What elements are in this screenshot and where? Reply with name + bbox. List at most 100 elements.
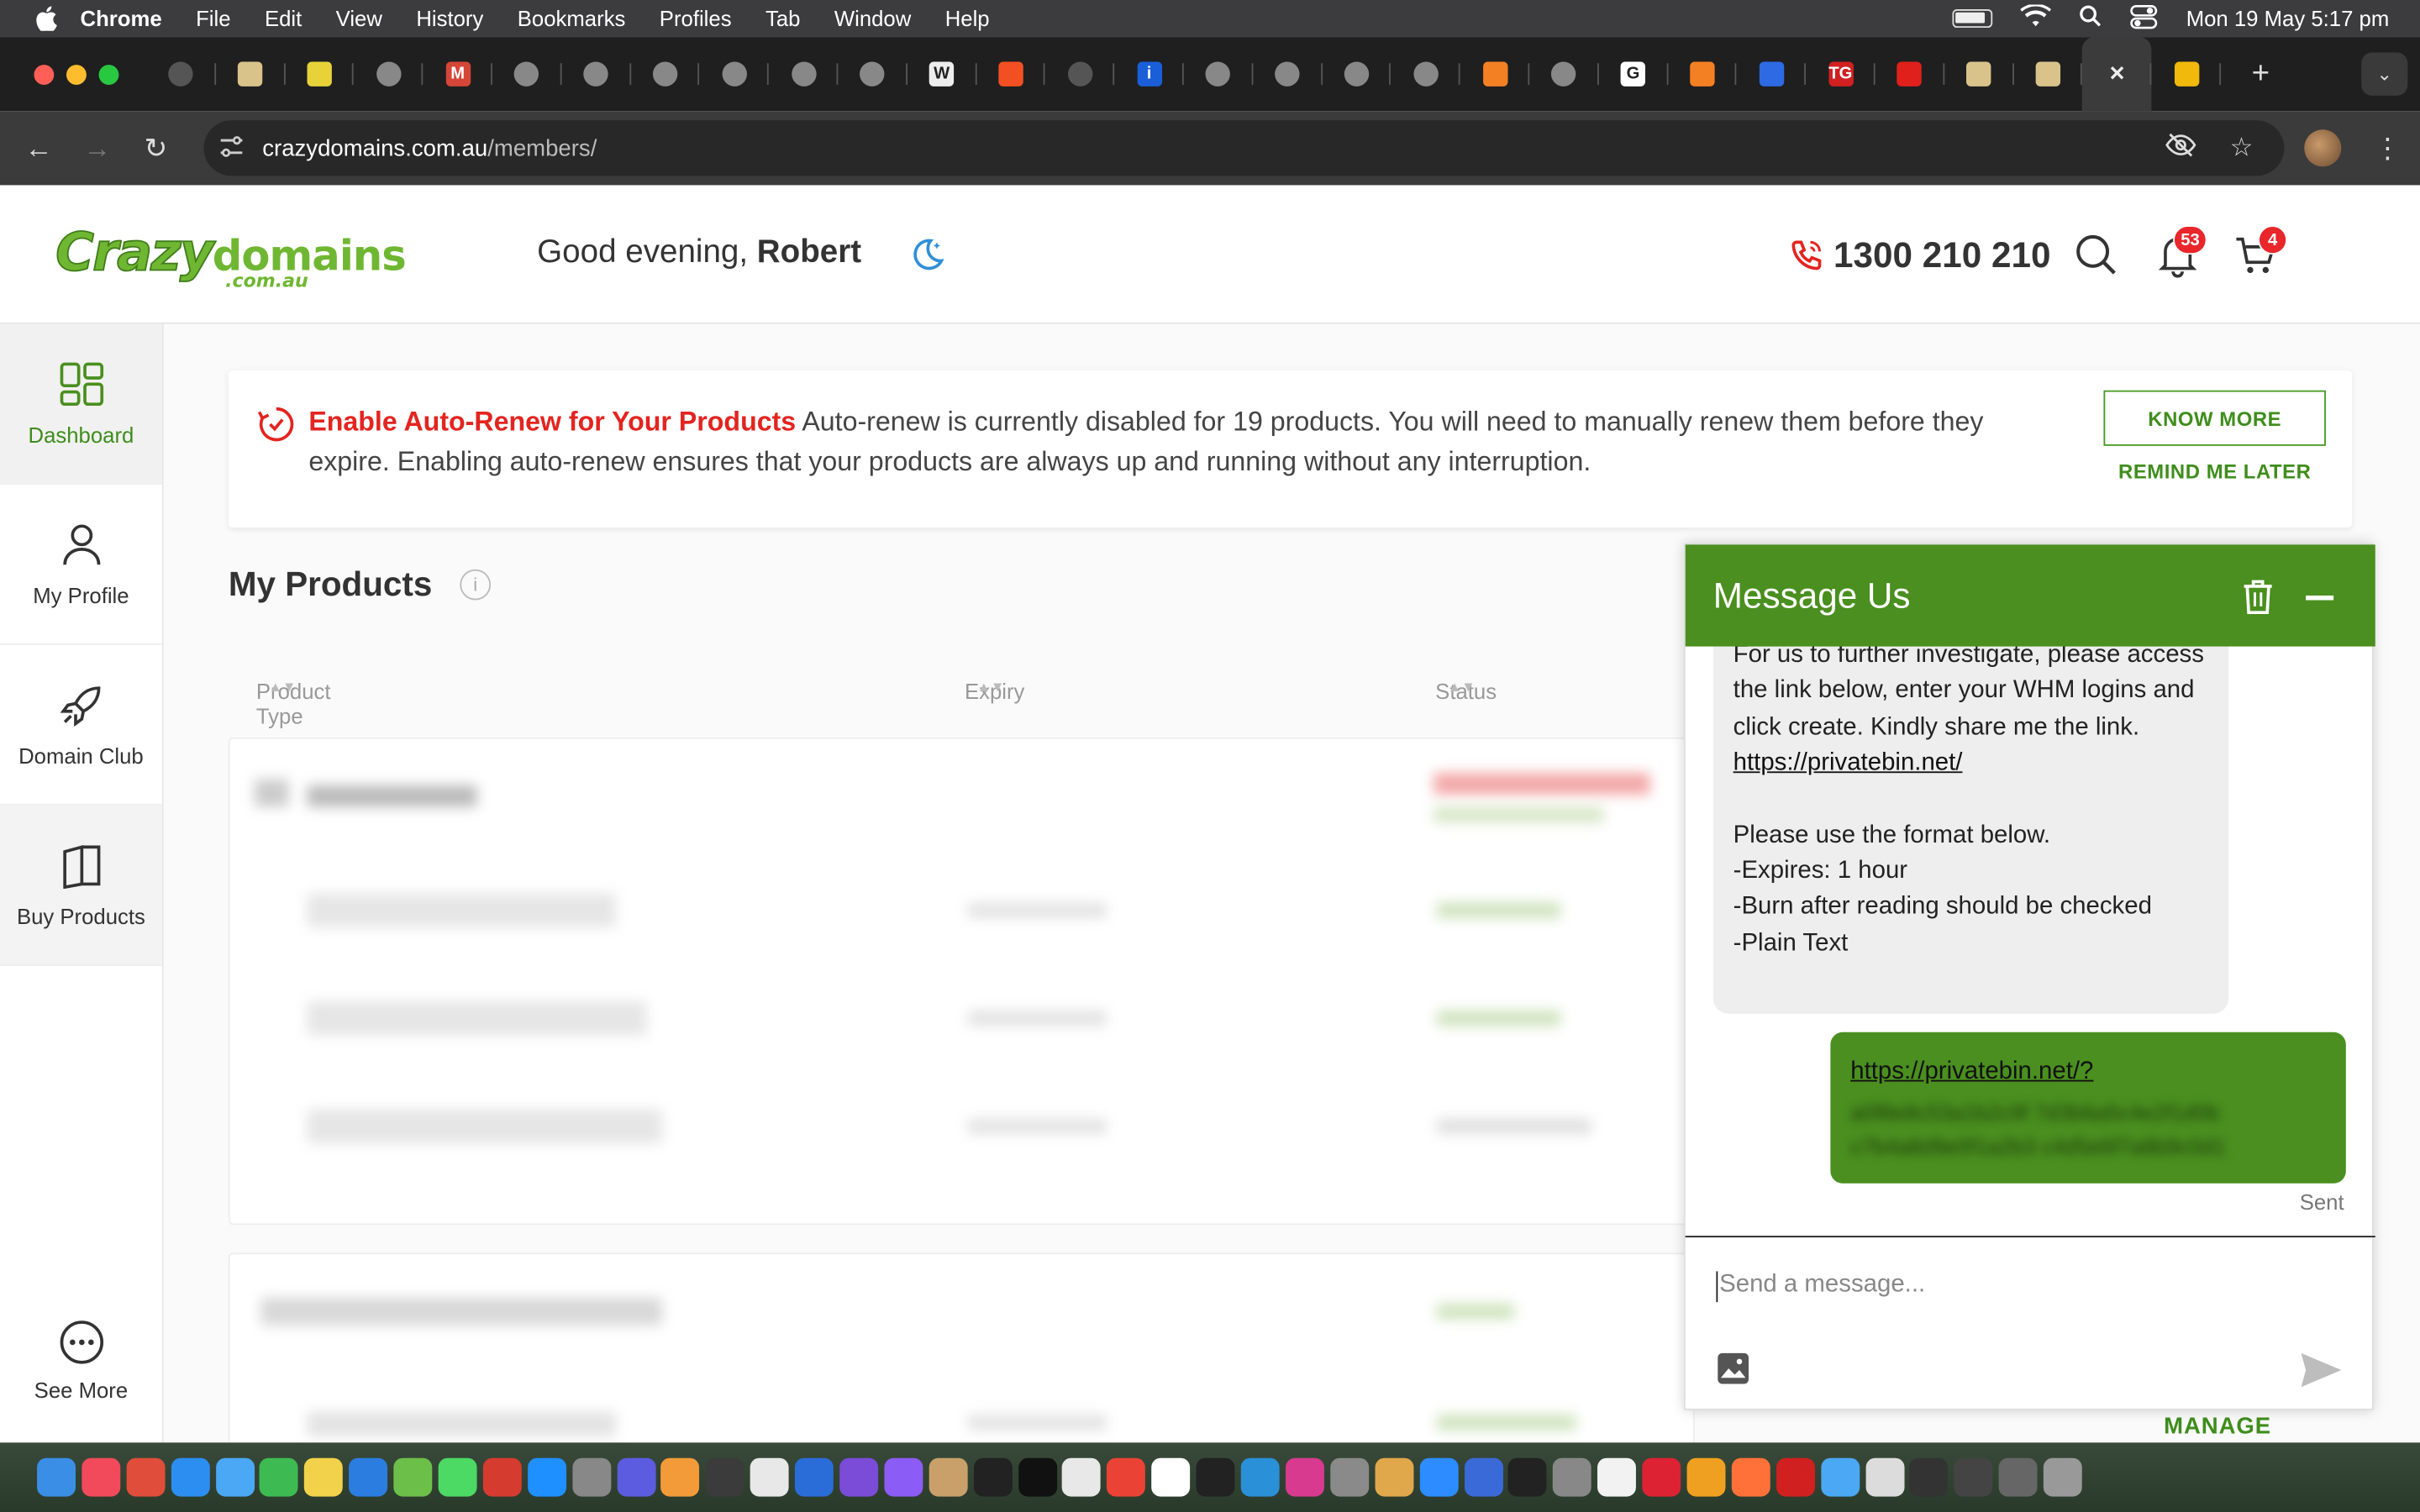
dock-app-icon[interactable] <box>706 1457 744 1497</box>
browser-tab[interactable] <box>700 37 769 111</box>
menu-profiles[interactable]: Profiles <box>660 6 732 30</box>
apple-icon[interactable] <box>34 6 58 31</box>
browser-tab[interactable] <box>769 37 838 111</box>
browser-tab[interactable]: G <box>1598 37 1668 111</box>
remind-me-later-link[interactable]: REMIND ME LATER <box>2103 459 2325 483</box>
dock-app-icon[interactable] <box>304 1457 344 1497</box>
address-bar[interactable]: crazydomains.com.au/members/ ☆ <box>203 120 2285 176</box>
dock-app-icon[interactable] <box>393 1457 433 1497</box>
send-icon[interactable] <box>2300 1352 2343 1389</box>
products-group-card[interactable] <box>228 737 1695 1226</box>
browser-tab[interactable] <box>1944 37 2013 111</box>
browser-tab[interactable]: W <box>908 37 976 111</box>
menu-tab[interactable]: Tab <box>765 6 800 30</box>
sidebar-see-more[interactable]: See More <box>0 1319 162 1403</box>
dock-app-icon[interactable] <box>438 1457 477 1497</box>
zoom-window-button[interactable] <box>98 64 119 85</box>
battery-icon[interactable] <box>1953 9 1994 29</box>
minimize-chat-icon[interactable] <box>2306 595 2334 600</box>
browser-tab[interactable]: i <box>1114 37 1184 111</box>
dock-app-icon[interactable] <box>1018 1457 1057 1497</box>
menu-history[interactable]: History <box>416 6 483 30</box>
browser-tab[interactable] <box>1322 37 1392 111</box>
dock-app-icon[interactable] <box>1107 1457 1146 1497</box>
dock-app-icon[interactable] <box>616 1457 655 1497</box>
dock-app-icon[interactable] <box>527 1457 566 1497</box>
dock-app-icon[interactable] <box>1329 1457 1369 1497</box>
dock-app-icon[interactable] <box>1642 1457 1681 1497</box>
browser-tab[interactable] <box>838 37 908 111</box>
products-group-card[interactable] <box>228 1252 1695 1454</box>
browser-tab[interactable] <box>2152 37 2221 111</box>
dock-app-icon[interactable] <box>482 1457 522 1497</box>
browser-tab[interactable] <box>976 37 1045 111</box>
control-center-icon[interactable] <box>2131 4 2159 34</box>
browser-tab[interactable] <box>354 37 424 111</box>
menubar-clock[interactable]: Mon 19 May 5:17 pm <box>2186 6 2390 30</box>
bookmark-star-icon[interactable]: ☆ <box>2230 133 2254 164</box>
sidebar-item-dashboard[interactable]: Dashboard <box>0 323 162 485</box>
browser-tab[interactable] <box>2013 37 2082 111</box>
tab-search-button[interactable]: ⌄ <box>2361 52 2408 96</box>
dock-app-icon[interactable] <box>260 1457 299 1497</box>
know-more-button[interactable]: KNOW MORE <box>2103 390 2326 446</box>
browser-tab[interactable]: M <box>424 37 492 111</box>
dock-app-icon[interactable] <box>82 1457 121 1497</box>
browser-tab[interactable] <box>561 37 631 111</box>
spotlight-search-icon[interactable] <box>2080 5 2103 33</box>
dock-app-icon[interactable] <box>1865 1457 1904 1497</box>
browser-tab[interactable]: TG <box>1806 37 1876 111</box>
back-button[interactable]: ← <box>9 132 68 165</box>
browser-tab[interactable] <box>1529 37 1598 111</box>
dock-app-icon[interactable] <box>1820 1457 1860 1497</box>
chrome-menu-icon[interactable]: ⋮ <box>2374 133 2402 165</box>
dock-app-icon[interactable] <box>349 1457 388 1497</box>
wifi-icon[interactable] <box>2021 3 2052 34</box>
browser-tab[interactable] <box>630 37 700 111</box>
info-icon[interactable]: i <box>460 569 492 601</box>
browser-tab[interactable] <box>1184 37 1253 111</box>
dock-app-icon[interactable] <box>171 1457 210 1497</box>
menu-app-name[interactable]: Chrome <box>81 6 162 30</box>
close-window-button[interactable] <box>34 64 55 85</box>
dock-app-icon[interactable] <box>37 1457 76 1497</box>
dock-app-icon[interactable] <box>126 1457 166 1497</box>
dock-app-icon[interactable] <box>1686 1457 1726 1497</box>
dock-app-icon[interactable] <box>1285 1457 1324 1497</box>
browser-tab[interactable] <box>285 37 354 111</box>
browser-tab[interactable]: ✕ <box>2082 37 2152 112</box>
menu-help[interactable]: Help <box>945 6 990 30</box>
dock-app-icon[interactable] <box>839 1457 879 1497</box>
dock-app-icon[interactable] <box>2043 1457 2082 1497</box>
menu-bookmarks[interactable]: Bookmarks <box>518 6 626 30</box>
browser-tab[interactable] <box>1045 37 1115 111</box>
outgoing-privatebin-link[interactable]: https://privatebin.net/? <box>1850 1058 2093 1084</box>
menu-file[interactable]: File <box>196 6 230 30</box>
dock-app-icon[interactable] <box>660 1457 700 1497</box>
browser-tab[interactable] <box>1253 37 1322 111</box>
reload-button[interactable]: ↻ <box>127 132 186 165</box>
dock-app-icon[interactable] <box>929 1457 968 1497</box>
dock-app-icon[interactable] <box>1954 1457 1993 1497</box>
trash-icon[interactable] <box>2241 579 2275 616</box>
new-tab-button[interactable]: + <box>2252 56 2270 92</box>
dock-app-icon[interactable] <box>884 1457 923 1497</box>
browser-tab[interactable] <box>1737 37 1806 111</box>
dock-app-icon[interactable] <box>571 1457 611 1497</box>
menu-window[interactable]: Window <box>834 6 911 30</box>
manage-button[interactable]: MANAGE <box>2164 1413 2271 1439</box>
support-phone[interactable]: 1300 210 210 <box>1787 234 2050 276</box>
forward-button[interactable]: → <box>68 132 127 165</box>
dock-app-icon[interactable] <box>215 1457 255 1497</box>
profile-avatar[interactable] <box>2304 129 2342 167</box>
site-settings-icon[interactable] <box>219 135 244 161</box>
attach-image-icon[interactable] <box>1716 1352 1749 1385</box>
dock-app-icon[interactable] <box>1998 1457 2038 1497</box>
eye-off-icon[interactable] <box>2165 132 2196 165</box>
browser-tab[interactable] <box>1875 37 1944 111</box>
sidebar-item-my-profile[interactable]: My Profile <box>0 485 162 645</box>
browser-tab[interactable] <box>216 37 285 111</box>
browser-tab[interactable] <box>1460 37 1529 111</box>
privatebin-link[interactable]: https://privatebin.net/ <box>1733 750 1963 776</box>
moon-icon[interactable] <box>908 234 948 275</box>
